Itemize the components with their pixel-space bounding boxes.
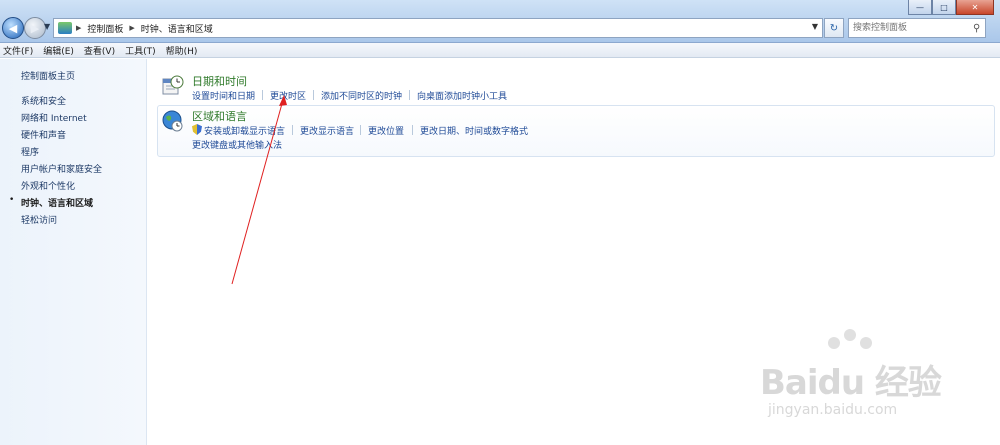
section-title-region-language[interactable]: 区域和语言 (192, 108, 247, 124)
task-separator (313, 90, 314, 100)
minimize-button[interactable]: — (908, 0, 932, 15)
window-titlebar: — □ ✕ ◀ ▶ ▼ ▶ 控制面板 ▶ 时钟、语言和区域 ▼ ↻ ⚲ (0, 0, 1000, 43)
search-box[interactable]: ⚲ (848, 18, 986, 38)
back-button[interactable]: ◀ (2, 17, 24, 39)
task-add-clock-gadget[interactable]: 向桌面添加时钟小工具 (417, 89, 507, 102)
refresh-icon: ↻ (829, 22, 839, 34)
breadcrumb-clock-language-region[interactable]: 时钟、语言和区域 (141, 22, 213, 35)
task-separator (412, 125, 413, 135)
current-item-bullet: • (9, 195, 15, 205)
close-button[interactable]: ✕ (956, 0, 994, 15)
task-separator (409, 90, 410, 100)
menu-tools[interactable]: 工具(T) (125, 44, 156, 57)
sidebar-item-ease-of-access[interactable]: 轻松访问 (21, 213, 57, 226)
sidebar: 控制面板主页 系统和安全 网络和 Internet 硬件和声音 程序 用户帐户和… (0, 59, 147, 445)
sidebar-item-appearance[interactable]: 外观和个性化 (21, 179, 75, 192)
calendar-clock-icon[interactable] (162, 75, 184, 97)
menu-bar: 文件(F) 编辑(E) 查看(V) 工具(T) 帮助(H) (0, 43, 1000, 58)
forward-arrow-icon: ▶ (30, 21, 40, 35)
task-install-display-language[interactable]: 安装或卸载显示语言 (204, 124, 285, 137)
address-bar[interactable]: ▶ 控制面板 ▶ 时钟、语言和区域 ▼ (53, 18, 823, 38)
breadcrumb-separator-icon: ▶ (129, 24, 135, 32)
control-panel-icon (58, 22, 72, 34)
menu-file[interactable]: 文件(F) (3, 44, 33, 57)
window-controls: — □ ✕ (908, 0, 994, 15)
back-arrow-icon: ◀ (8, 21, 18, 35)
sidebar-item-user-accounts[interactable]: 用户帐户和家庭安全 (21, 162, 102, 175)
recent-pages-dropdown[interactable]: ▼ (44, 22, 50, 31)
forward-button[interactable]: ▶ (24, 17, 46, 39)
sidebar-item-clock-language-region[interactable]: 时钟、语言和区域 (21, 196, 93, 209)
address-dropdown-icon[interactable]: ▼ (812, 22, 818, 31)
search-icon[interactable]: ⚲ (973, 23, 980, 34)
section-date-time: 日期和时间 设置时间和日期 更改时区 添加不同时区的时钟 向桌面添加时钟小工具 (157, 70, 995, 105)
task-change-location[interactable]: 更改位置 (368, 124, 404, 137)
breadcrumb-control-panel[interactable]: 控制面板 (87, 22, 123, 35)
refresh-button[interactable]: ↻ (824, 18, 844, 38)
task-set-time-date[interactable]: 设置时间和日期 (192, 89, 255, 102)
task-separator (292, 125, 293, 135)
section-title-date-time[interactable]: 日期和时间 (192, 73, 247, 89)
task-change-keyboards[interactable]: 更改键盘或其他输入法 (192, 138, 282, 151)
sidebar-item-hardware-sound[interactable]: 硬件和声音 (21, 128, 66, 141)
task-add-clocks[interactable]: 添加不同时区的时钟 (321, 89, 402, 102)
section-region-language: 区域和语言 安装或卸载显示语言 更改显示语言 更改位置 更改日期、时间或数字格式… (157, 105, 995, 157)
menu-help[interactable]: 帮助(H) (166, 44, 198, 57)
chevron-down-icon: ▼ (44, 22, 51, 31)
task-separator (360, 125, 361, 135)
main-content: 日期和时间 设置时间和日期 更改时区 添加不同时区的时钟 向桌面添加时钟小工具 … (147, 59, 1000, 445)
task-change-display-language[interactable]: 更改显示语言 (300, 124, 354, 137)
task-change-date-time-number-format[interactable]: 更改日期、时间或数字格式 (420, 124, 528, 137)
sidebar-item-control-panel-home[interactable]: 控制面板主页 (21, 69, 75, 82)
menu-edit[interactable]: 编辑(E) (43, 44, 74, 57)
globe-clock-icon[interactable] (162, 110, 184, 132)
breadcrumb-separator-icon: ▶ (76, 24, 82, 32)
task-change-time-zone[interactable]: 更改时区 (270, 89, 306, 102)
sidebar-item-programs[interactable]: 程序 (21, 145, 39, 158)
maximize-button[interactable]: □ (932, 0, 956, 15)
uac-shield-icon (192, 124, 202, 135)
sidebar-item-system-security[interactable]: 系统和安全 (21, 94, 66, 107)
search-input[interactable] (849, 22, 973, 34)
sidebar-item-network-internet[interactable]: 网络和 Internet (21, 111, 87, 124)
task-separator (262, 90, 263, 100)
menu-view[interactable]: 查看(V) (84, 44, 115, 57)
